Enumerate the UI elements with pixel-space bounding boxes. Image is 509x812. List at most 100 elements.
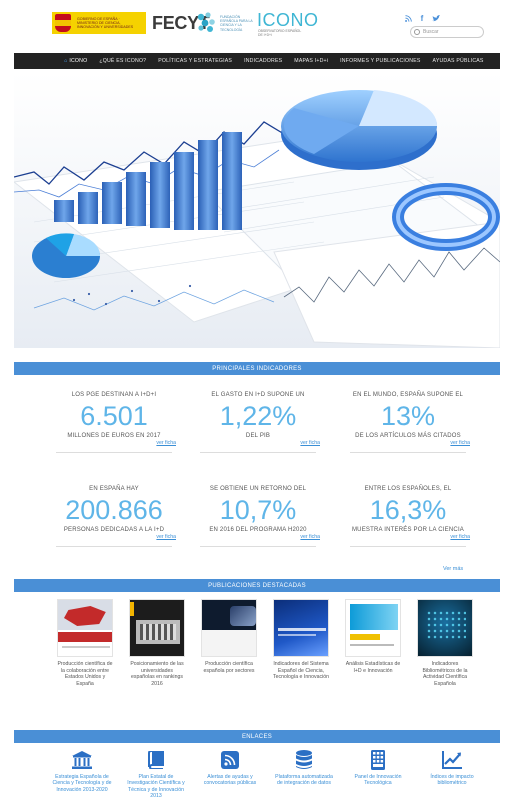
nav-item-informes[interactable]: INFORMES Y PUBLICACIONES	[340, 58, 420, 64]
icono-subtitle: OBSERVATORIO ESPAÑOL DE I+D+i	[258, 29, 302, 37]
twitter-icon[interactable]	[432, 14, 440, 22]
indicator-bottom-text: DEL PIB	[245, 433, 271, 439]
link-plan-estatal[interactable]: Plan Estatal de Investigación Científica…	[124, 750, 188, 800]
indicator-card: SE OBTIENE UN RETORNO DEL 10,7% EN 2016 …	[188, 486, 328, 547]
indicator-card: LOS PGE DESTINAN A I+D+I 6.501 MILLONES …	[44, 392, 184, 453]
indicator-value: 10,7%	[219, 495, 297, 525]
publication-caption[interactable]: Indicadores del Sistema Español de Cienc…	[273, 661, 329, 681]
rss-icon	[219, 750, 241, 770]
search-box[interactable]: Buscar	[410, 26, 484, 38]
publication-card[interactable]: Indicadores del Sistema Español de Cienc…	[273, 599, 329, 681]
ver-ficha-link[interactable]: ver ficha	[338, 534, 478, 540]
link-caption[interactable]: Plataforma automatizada de integración d…	[272, 774, 336, 787]
divider	[350, 546, 466, 547]
link-caption[interactable]: Estrategia Española de Ciencia y Tecnolo…	[50, 774, 114, 793]
publication-card[interactable]: Producción científica de la colaboración…	[57, 599, 113, 687]
link-caption[interactable]: Panel de Innovación Tecnológica	[346, 774, 410, 787]
government-logo-text: GOBIERNO DE ESPAÑA · MINISTERIO DE CIENC…	[77, 16, 134, 30]
ver-ficha-link[interactable]: ver ficha	[188, 534, 328, 540]
chart-icon	[441, 750, 463, 770]
home-icon: ⌂	[64, 58, 68, 64]
ver-ficha-link[interactable]: ver ficha	[338, 440, 478, 446]
indicator-value: 16,3%	[369, 495, 447, 525]
publication-cover[interactable]	[129, 599, 185, 657]
rss-icon[interactable]	[404, 14, 412, 22]
publication-cover[interactable]	[201, 599, 257, 657]
divider	[200, 452, 316, 453]
indicator-card: ENTRE LOS ESPAÑOLES, EL 16,3% MUESTRA IN…	[338, 486, 478, 547]
publication-card[interactable]: Indicadores Bibliométricos de la Activid…	[417, 599, 473, 687]
nav-item-indicadores[interactable]: INDICADORES	[244, 58, 282, 64]
divider	[56, 452, 172, 453]
link-estrategia[interactable]: Estrategia Española de Ciencia y Tecnolo…	[50, 750, 114, 793]
search-input[interactable]: Buscar	[423, 29, 439, 35]
nav-item-icono[interactable]: ⌂ ICONO	[64, 58, 87, 64]
nav-item-label: ICONO	[69, 58, 88, 64]
divider	[350, 452, 466, 453]
publication-caption[interactable]: Indicadores Bibliométricos de la Activid…	[417, 661, 473, 687]
link-caption[interactable]: Alertas de ayudas y convocatorias públic…	[198, 774, 262, 787]
institution-icon	[71, 750, 93, 770]
section-title-indicadores: PRINCIPALES INDICADORES	[14, 362, 500, 375]
publication-cover[interactable]	[273, 599, 329, 657]
database-icon	[293, 750, 315, 770]
main-nav: ⌂ ICONO ¿QUÉ ES ICONO? POLÍTICAS Y ESTRAT…	[14, 53, 500, 69]
ver-ficha-link[interactable]: ver ficha	[188, 440, 328, 446]
indicator-bottom-text: PERSONAS DEDICADAS A LA I+D	[63, 527, 165, 533]
publication-caption[interactable]: Posicionamiento de las universidades esp…	[129, 661, 185, 687]
fecyt-subtitle: FUNDACIÓN ESPAÑOLA PARA LA CIENCIA Y LA …	[220, 15, 253, 32]
book-icon	[145, 750, 167, 770]
publication-card[interactable]: Análisis Estadísticas de I+D e Innovació…	[345, 599, 401, 674]
site-header: GOBIERNO DE ESPAÑA · MINISTERIO DE CIENC…	[0, 0, 509, 50]
indicator-top-text: EN ESPAÑA HAY	[89, 486, 139, 492]
nav-item-ayudas[interactable]: AYUDAS PÚBLICAS	[433, 58, 484, 64]
indicator-value: 1,22%	[219, 401, 297, 431]
link-panel-innovacion[interactable]: Panel de Innovación Tecnológica	[346, 750, 410, 787]
publication-cover[interactable]	[345, 599, 401, 657]
facebook-icon[interactable]: f	[418, 14, 426, 23]
publication-cover[interactable]	[57, 599, 113, 657]
indicator-value: 6.501	[80, 401, 148, 431]
nav-item-mapas[interactable]: MAPAS I+D+i	[294, 58, 328, 64]
ver-ficha-link[interactable]: ver ficha	[44, 440, 184, 446]
fecyt-molecule-icon	[197, 12, 215, 32]
indicator-bottom-text: MILLONES DE EUROS EN 2017	[67, 433, 161, 439]
search-icon	[414, 29, 420, 35]
link-caption[interactable]: Índices de impacto bibliométrico	[420, 774, 484, 787]
indicator-card: EN EL MUNDO, ESPAÑA SUPONE EL 13% DE LOS…	[338, 392, 478, 453]
nav-item-politicas[interactable]: POLÍTICAS Y ESTRATEGIAS	[158, 58, 232, 64]
link-alertas[interactable]: Alertas de ayudas y convocatorias públic…	[198, 750, 262, 787]
indicator-top-text: LOS PGE DESTINAN A I+D+I	[71, 392, 157, 398]
indicator-value: 200.866	[65, 495, 163, 525]
indicator-card: EL GASTO EN I+D SUPONE UN 1,22% DEL PIB …	[188, 392, 328, 453]
publication-card[interactable]: Posicionamiento de las universidades esp…	[129, 599, 185, 687]
indicator-top-text: SE OBTIENE UN RETORNO DEL	[209, 486, 307, 492]
social-links: f	[404, 14, 440, 23]
icono-logo-text[interactable]: ICONO	[257, 10, 319, 31]
indicator-bottom-text: DE LOS ARTÍCULOS MÁS CITADOS	[355, 433, 461, 439]
hero-image	[14, 72, 500, 348]
indicator-top-text: ENTRE LOS ESPAÑOLES, EL	[364, 486, 452, 492]
spain-shield-icon	[55, 14, 71, 32]
indicator-bottom-text: EN 2016 DEL PROGRAMA H2020	[209, 527, 307, 533]
section-title-publicaciones: PUBLICACIONES DESTACADAS	[14, 579, 500, 592]
indicator-top-text: EN EL MUNDO, ESPAÑA SUPONE EL	[352, 392, 464, 398]
ver-mas-link[interactable]: Ver más	[443, 566, 463, 572]
publication-caption[interactable]: Análisis Estadísticas de I+D e Innovació…	[345, 661, 401, 674]
hero-charts-illustration	[14, 90, 500, 348]
nav-item-que-es-icono[interactable]: ¿QUÉ ES ICONO?	[99, 58, 146, 64]
indicator-value: 13%	[380, 401, 436, 431]
publication-caption[interactable]: Producción científica española por secto…	[201, 661, 257, 674]
link-caption[interactable]: Plan Estatal de Investigación Científica…	[124, 774, 188, 800]
publication-caption[interactable]: Producción científica de la colaboración…	[57, 661, 113, 687]
indicator-top-text: EL GASTO EN I+D SUPONE UN	[211, 392, 305, 398]
ver-ficha-link[interactable]: ver ficha	[44, 534, 184, 540]
link-plataforma[interactable]: Plataforma automatizada de integración d…	[272, 750, 336, 787]
publication-cover[interactable]	[417, 599, 473, 657]
link-indices-impacto[interactable]: Índices de impacto bibliométrico	[420, 750, 484, 787]
publication-card[interactable]: Producción científica española por secto…	[201, 599, 257, 674]
government-logo[interactable]: GOBIERNO DE ESPAÑA · MINISTERIO DE CIENC…	[52, 12, 146, 34]
indicator-card: EN ESPAÑA HAY 200.866 PERSONAS DEDICADAS…	[44, 486, 184, 547]
panel-icon	[367, 750, 389, 770]
divider	[56, 546, 172, 547]
